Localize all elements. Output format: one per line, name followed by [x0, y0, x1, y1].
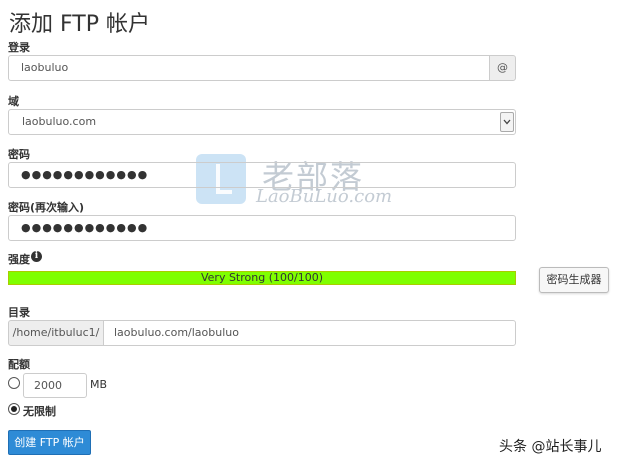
strength-label: 强度: [8, 253, 30, 266]
domain-select[interactable]: laobuluo.com: [8, 109, 516, 135]
strength-meter: Very Strong (100/100): [8, 271, 516, 285]
directory-label: 目录: [8, 306, 30, 319]
password-generator-button[interactable]: 密码生成器: [539, 267, 609, 293]
corner-credit: 头条 @站长事儿: [499, 439, 602, 455]
directory-input[interactable]: laobuluo.com/laobuluo: [103, 320, 516, 346]
create-ftp-account-button[interactable]: 创建 FTP 帐户: [8, 430, 91, 455]
info-icon[interactable]: i: [31, 251, 42, 262]
at-addon: @: [489, 55, 516, 81]
login-label: 登录: [8, 41, 30, 54]
quota-unlimited-radio[interactable]: [8, 403, 20, 415]
chevron-down-icon[interactable]: [500, 112, 514, 132]
password-confirm-label: 密码(再次输入): [8, 201, 85, 214]
strength-text: Very Strong (100/100): [200, 271, 323, 284]
page-title: 添加 FTP 帐户: [9, 12, 150, 37]
domain-selected-value: laobuluo.com: [22, 115, 97, 128]
password-confirm-input[interactable]: ●●●●●●●●●●●●: [8, 215, 516, 241]
login-input[interactable]: laobuluo: [8, 55, 490, 81]
quota-limited-radio[interactable]: [8, 377, 20, 389]
password-label: 密码: [8, 148, 30, 161]
quota-input[interactable]: 2000: [23, 373, 87, 398]
quota-unlimited-label[interactable]: 无限制: [23, 403, 56, 419]
watermark-en: LaoBuLuo.com: [256, 186, 393, 207]
quota-label: 配额: [8, 358, 30, 371]
quota-unit: MB: [90, 378, 108, 391]
directory-prefix: /home/itbuluc1/: [8, 320, 104, 346]
password-input[interactable]: ●●●●●●●●●●●●: [8, 162, 516, 188]
domain-label: 域: [8, 95, 19, 108]
